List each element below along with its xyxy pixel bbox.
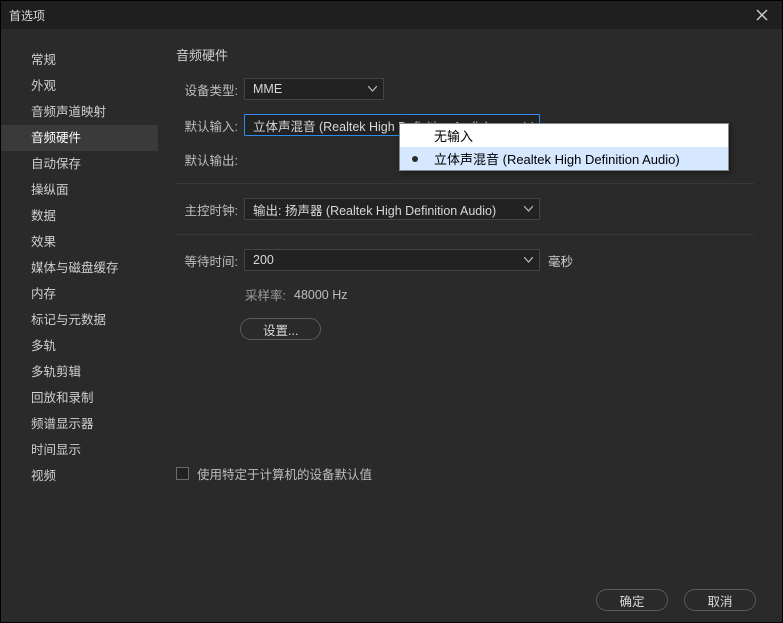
window-title: 首选项 — [9, 7, 45, 24]
ok-button[interactable]: 确定 — [596, 589, 668, 611]
sample-rate-label: 采样率: — [176, 285, 286, 304]
sidebar-item-media-cache[interactable]: 媒体与磁盘缓存 — [1, 255, 158, 281]
device-class-value: MME — [253, 82, 282, 96]
sidebar-item-multitrack-clips[interactable]: 多轨剪辑 — [1, 359, 158, 385]
latency-value: 200 — [253, 253, 274, 267]
device-class-select[interactable]: MME — [244, 78, 384, 100]
dropdown-option-stereo-mix[interactable]: 立体声混音 (Realtek High Definition Audio) — [400, 147, 728, 170]
sidebar-item-general[interactable]: 常规 — [1, 47, 158, 73]
close-icon[interactable] — [750, 9, 774, 21]
chevron-down-icon — [524, 206, 533, 212]
default-output-label: 默认输出: — [176, 150, 238, 169]
titlebar: 首选项 — [1, 1, 782, 29]
machine-defaults-checkbox[interactable] — [176, 467, 189, 480]
default-input-dropdown[interactable]: 无输入 立体声混音 (Realtek High Definition Audio… — [399, 123, 729, 171]
chevron-down-icon — [524, 257, 533, 263]
cancel-button[interactable]: 取消 — [684, 589, 756, 611]
sidebar-item-effects[interactable]: 效果 — [1, 229, 158, 255]
sample-rate-value: 48000 Hz — [294, 288, 348, 302]
latency-select[interactable]: 200 — [244, 249, 540, 271]
master-clock-select[interactable]: 输出: 扬声器 (Realtek High Definition Audio) — [244, 198, 540, 220]
sidebar-item-time-display[interactable]: 时间显示 — [1, 437, 158, 463]
page-title: 音频硬件 — [176, 45, 754, 64]
sidebar-item-video[interactable]: 视频 — [1, 463, 158, 489]
latency-label: 等待时间: — [176, 251, 238, 270]
machine-defaults-label: 使用特定于计算机的设备默认值 — [197, 464, 372, 483]
sidebar-item-playback[interactable]: 回放和录制 — [1, 385, 158, 411]
preferences-dialog: 首选项 常规 外观 音频声道映射 音频硬件 自动保存 操纵面 数据 效果 媒体与… — [0, 0, 783, 623]
sidebar-item-spectral[interactable]: 频谱显示器 — [1, 411, 158, 437]
device-class-label: 设备类型: — [176, 80, 238, 99]
dropdown-option-none[interactable]: 无输入 — [400, 124, 728, 147]
chevron-down-icon — [368, 86, 377, 92]
sidebar-item-multitrack[interactable]: 多轨 — [1, 333, 158, 359]
sidebar-item-control-surface[interactable]: 操纵面 — [1, 177, 158, 203]
master-clock-value: 输出: 扬声器 (Realtek High Definition Audio) — [253, 200, 496, 219]
sidebar-item-markers[interactable]: 标记与元数据 — [1, 307, 158, 333]
dialog-footer: 确定 取消 — [1, 578, 782, 622]
sidebar-item-auto-save[interactable]: 自动保存 — [1, 151, 158, 177]
sidebar-item-audio-hardware[interactable]: 音频硬件 — [1, 125, 158, 151]
main-panel: 音频硬件 设备类型: MME 默认输入: 立体声混音 (Realtek High… — [158, 29, 782, 578]
settings-button[interactable]: 设置... — [240, 318, 321, 340]
category-sidebar: 常规 外观 音频声道映射 音频硬件 自动保存 操纵面 数据 效果 媒体与磁盘缓存… — [1, 29, 158, 578]
master-clock-label: 主控时钟: — [176, 200, 238, 219]
sidebar-item-memory[interactable]: 内存 — [1, 281, 158, 307]
sidebar-item-appearance[interactable]: 外观 — [1, 73, 158, 99]
default-input-label: 默认输入: — [176, 116, 238, 135]
sidebar-item-channel-map[interactable]: 音频声道映射 — [1, 99, 158, 125]
latency-unit: 毫秒 — [548, 251, 573, 270]
sidebar-item-data[interactable]: 数据 — [1, 203, 158, 229]
